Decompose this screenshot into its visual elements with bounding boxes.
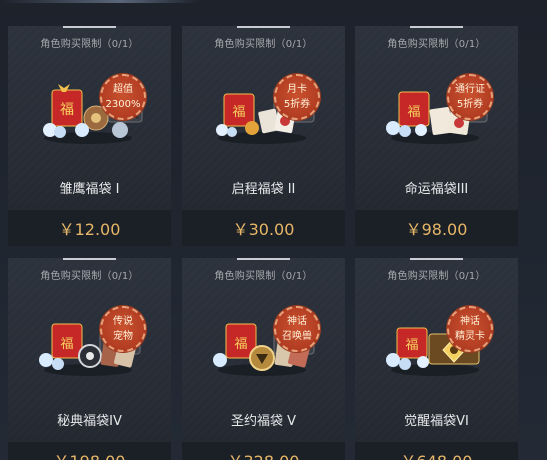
svg-text:福: 福 (232, 105, 245, 120)
badge-text-line1: 传说 (113, 316, 133, 327)
badge-text-line1: 神话 (287, 316, 307, 327)
pack-card-5[interactable]: 角色购买限制（0/1） 福 神话 召唤兽 圣约福袋 V ￥328.00 (182, 258, 345, 460)
card-top-accent (237, 258, 290, 260)
bonus-badge: 超值 2300% (100, 74, 146, 120)
pack-name: 雏鹰福袋 I (59, 182, 120, 197)
pack-card-3[interactable]: 角色购买限制（0/1） 福 通行证 5折券 命运福袋III ￥98.00 (355, 26, 518, 246)
bonus-badge: 传说 宠物 (100, 306, 146, 352)
pack-card-1[interactable]: 角色购买限制（0/1） 福 超值 2300% 雏鹰福袋 I ￥12.00 (8, 26, 171, 246)
badge-text-line2: 5折券 (283, 99, 311, 110)
buy-price-button[interactable]: ￥30.00 (182, 210, 345, 246)
pack-name: 觉醒福袋VI (404, 414, 469, 429)
pack-card-2[interactable]: 角色购买限制（0/1） 福 月卡 5折券 启程福袋 II ￥30.00 (182, 26, 345, 246)
card-top-accent (63, 26, 116, 28)
card-top-accent (410, 258, 463, 260)
card-top-accent (410, 26, 463, 28)
badge-text-line2: 5折券 (456, 99, 484, 110)
buy-price-button[interactable]: ￥198.00 (8, 442, 171, 460)
svg-text:福: 福 (407, 105, 420, 120)
pack-name: 命运福袋III (404, 182, 469, 197)
purchase-limit-label: 角色购买限制（0/1） (214, 39, 313, 50)
purchase-limit-label: 角色购买限制（0/1） (40, 271, 139, 282)
purchase-limit-label: 角色购买限制（0/1） (40, 39, 139, 50)
top-glow-decoration (0, 0, 200, 3)
svg-text:福: 福 (60, 102, 74, 118)
buy-price-button[interactable]: ￥98.00 (355, 210, 518, 246)
badge-text-line2: 精灵卡 (455, 331, 485, 342)
badge-text-line2: 召唤兽 (282, 331, 312, 342)
badge-text-line1: 神话 (460, 316, 480, 327)
svg-text:福: 福 (405, 338, 418, 353)
purchase-limit-label: 角色购买限制（0/1） (387, 39, 486, 50)
badge-text-line1: 月卡 (287, 84, 307, 95)
bonus-badge: 通行证 5折券 (447, 74, 493, 120)
buy-price-button[interactable]: ￥328.00 (182, 442, 345, 460)
card-top-accent (63, 258, 116, 260)
badge-text-line2: 2300% (105, 99, 141, 110)
pack-name: 启程福袋 II (231, 182, 296, 197)
bonus-badge: 神话 精灵卡 (447, 306, 493, 352)
pack-card-4[interactable]: 角色购买限制（0/1） 福 传说 宠物 秘典福袋IV ￥198.00 (8, 258, 171, 460)
shop-grid: 角色购买限制（0/1） 福 超值 2300% 雏鹰福袋 I ￥12.00 角色购… (0, 0, 547, 460)
badge-text-line2: 宠物 (113, 331, 133, 342)
pack-name: 秘典福袋IV (57, 414, 122, 429)
badge-text-line1: 通行证 (455, 84, 485, 95)
bonus-badge: 神话 召唤兽 (274, 306, 320, 352)
pack-name: 圣约福袋 V (230, 414, 297, 429)
bonus-badge: 月卡 5折券 (274, 74, 320, 120)
purchase-limit-label: 角色购买限制（0/1） (387, 271, 486, 282)
badge-text-line1: 超值 (113, 84, 133, 95)
pack-card-6[interactable]: 角色购买限制（0/1） 福 神话 精灵卡 觉醒福袋VI ￥648.00 (355, 258, 518, 460)
card-top-accent (237, 26, 290, 28)
svg-text:福: 福 (60, 337, 73, 352)
buy-price-button[interactable]: ￥648.00 (355, 442, 518, 460)
purchase-limit-label: 角色购买限制（0/1） (214, 271, 313, 282)
buy-price-button[interactable]: ￥12.00 (8, 210, 171, 246)
svg-text:福: 福 (234, 337, 247, 352)
